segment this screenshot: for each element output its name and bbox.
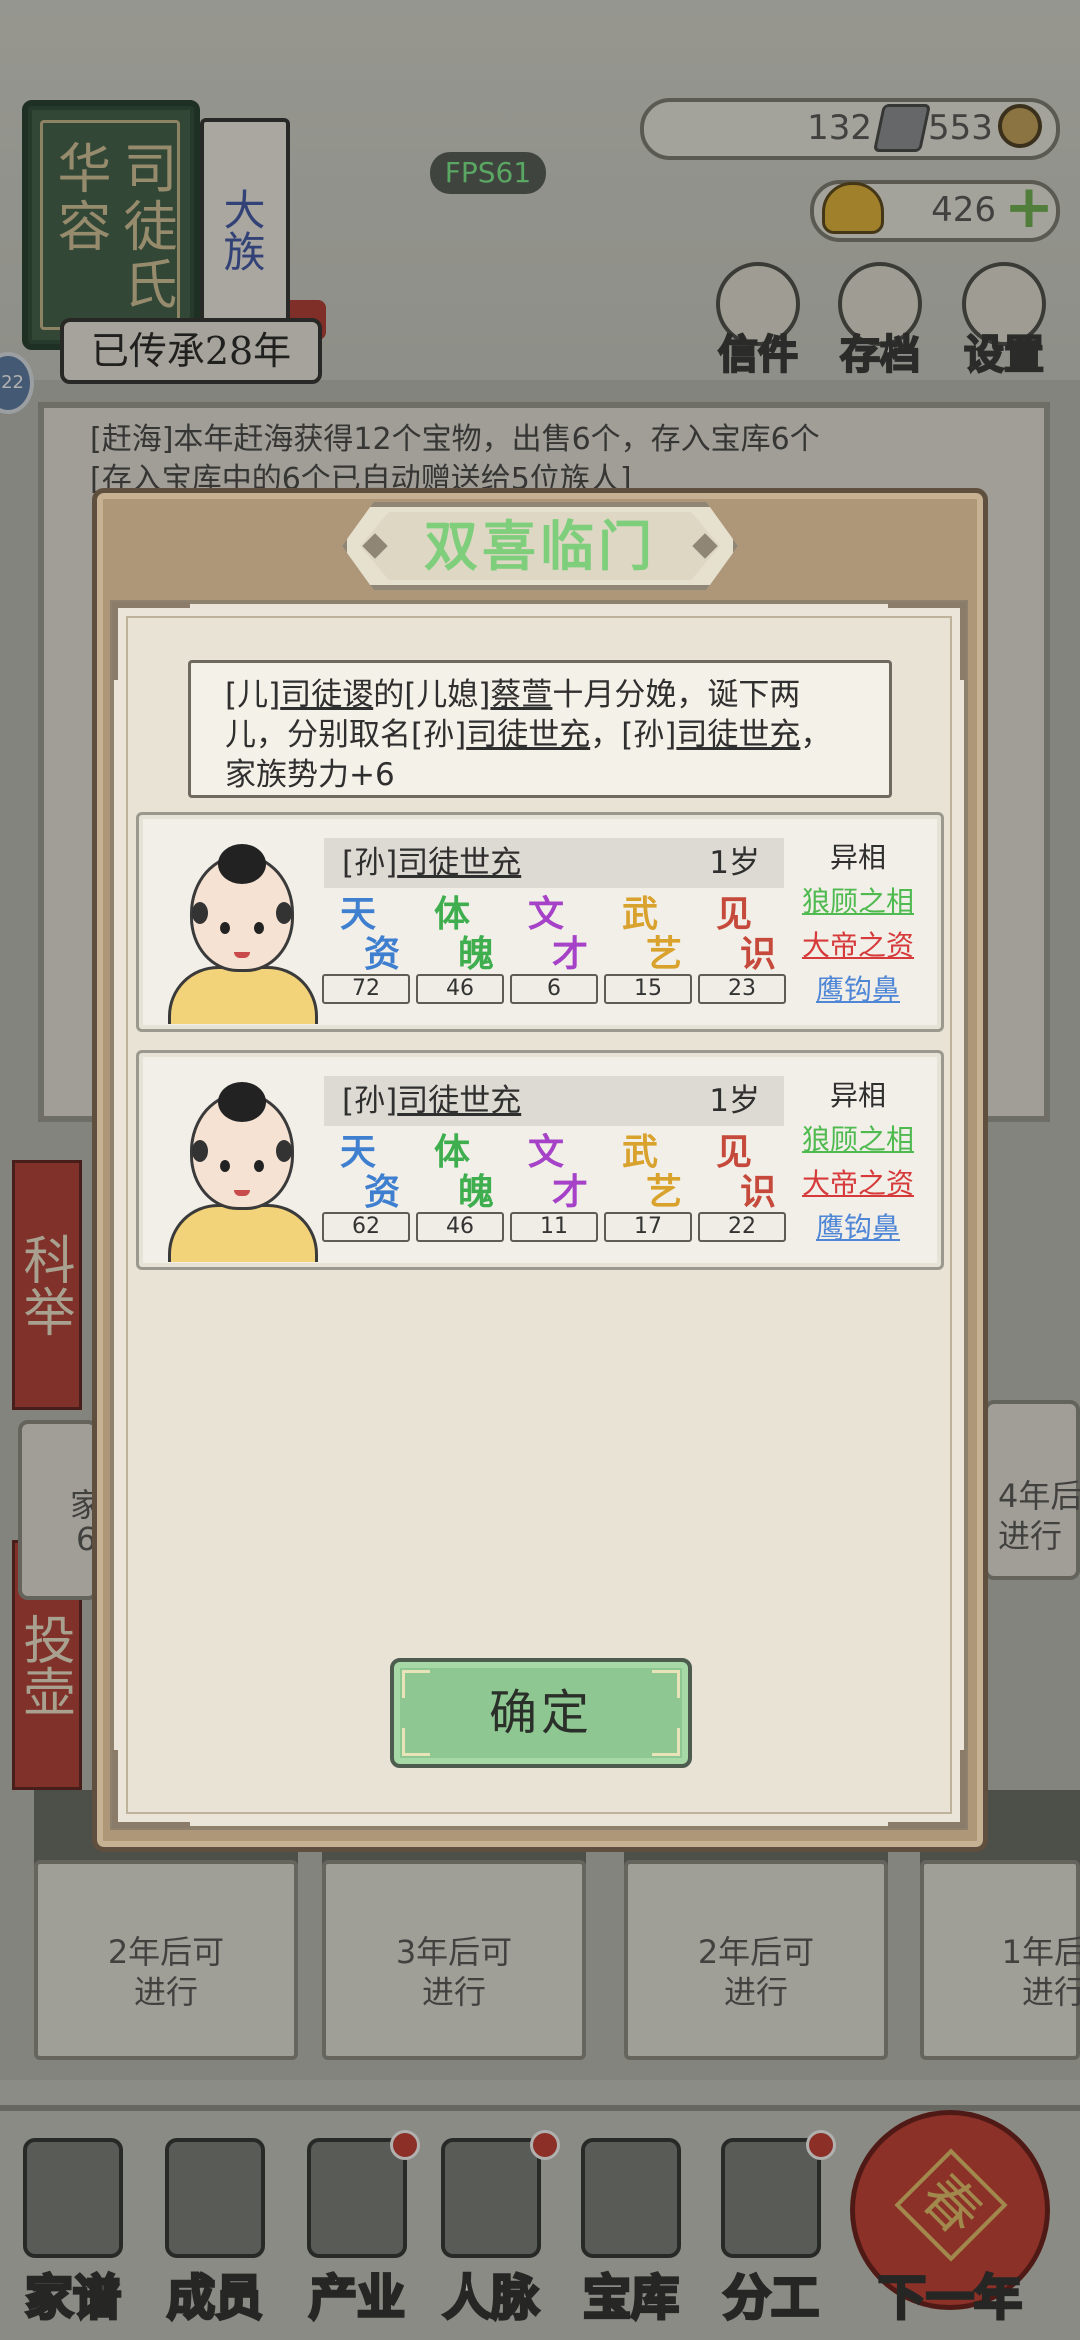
stat-value: 6: [510, 974, 598, 1004]
trait-header: 异相: [829, 841, 886, 874]
message-text: [儿]: [225, 677, 281, 713]
hair-tuft: [276, 902, 292, 924]
trait-link[interactable]: 鹰钩鼻: [788, 968, 928, 1008]
stat-value: 22: [698, 1212, 786, 1242]
hair-bun: [218, 844, 266, 884]
child-age: 1岁: [709, 1083, 760, 1119]
stat-label-literary: 文才: [514, 1134, 604, 1220]
stat-char: 体: [434, 1131, 471, 1173]
button-corner-ornament: [652, 1670, 680, 1698]
stat-label-insight: 见识: [702, 1134, 792, 1220]
message-text: ，[孙]: [590, 717, 677, 753]
button-corner-ornament: [402, 1670, 430, 1698]
button-corner-ornament: [652, 1728, 680, 1756]
corner-ornament: [112, 1750, 190, 1828]
trait-header: 异相: [829, 1079, 886, 1112]
trait-link[interactable]: 狼顾之相: [788, 880, 928, 920]
stat-value: 46: [416, 974, 504, 1004]
person-link[interactable]: 蔡萱: [490, 677, 552, 713]
corner-ornament: [888, 602, 966, 680]
robe: [168, 966, 318, 1024]
stat-value: 72: [322, 974, 410, 1004]
button-corner-ornament: [402, 1728, 430, 1756]
stat-char: 魄: [458, 1171, 495, 1213]
hair-tuft: [276, 1140, 292, 1162]
stat-char: 识: [740, 933, 777, 975]
stat-char: 才: [552, 1171, 589, 1213]
stat-char: 文: [528, 1131, 565, 1173]
hair-tuft: [192, 1140, 208, 1162]
stat-value: 46: [416, 1212, 504, 1242]
stat-char: 见: [716, 893, 753, 935]
stat-label-physique: 体魄: [420, 896, 510, 982]
relation-prefix: [孙]: [342, 1083, 398, 1119]
stat-value: 23: [698, 974, 786, 1004]
name-text: 司徒世充: [397, 845, 522, 881]
corner-ornament: [112, 602, 190, 680]
stat-char: 识: [740, 1171, 777, 1213]
trait-link[interactable]: 大帝之资: [788, 924, 928, 964]
stat-value: 15: [604, 974, 692, 1004]
confirm-button[interactable]: 确定: [390, 1658, 692, 1768]
stat-value: 62: [322, 1212, 410, 1242]
eye: [254, 1160, 264, 1172]
relation-prefix: [孙]: [342, 845, 398, 881]
stat-char: 体: [434, 893, 471, 935]
stat-label-insight: 见识: [702, 896, 792, 982]
hair-bun: [218, 1082, 266, 1122]
name-text: 司徒世充: [397, 1083, 522, 1119]
person-link[interactable]: 司徒世充: [676, 717, 800, 753]
stat-char: 天: [340, 1131, 377, 1173]
stat-char: 天: [340, 893, 377, 935]
child-name-bar: [孙]司徒世充 1岁: [324, 1076, 784, 1126]
eye: [254, 922, 264, 934]
event-message: [儿]司徒谡的[儿媳]蔡萱十月分娩，诞下两儿，分别取名[孙]司徒世充，[孙]司徒…: [188, 660, 892, 798]
child-name[interactable]: [孙]司徒世充: [342, 1076, 521, 1126]
stat-label-martial: 武艺: [608, 896, 698, 982]
stat-char: 资: [364, 933, 401, 975]
stat-label-literary: 文才: [514, 896, 604, 982]
stat-label-physique: 体魄: [420, 1134, 510, 1220]
trait-link[interactable]: 大帝之资: [788, 1162, 928, 1202]
stat-label-talent: 天资: [326, 896, 416, 982]
child-avatar: [168, 826, 318, 1024]
stat-value: 17: [604, 1212, 692, 1242]
stat-char: 武: [622, 1131, 659, 1173]
trait-link[interactable]: 狼顾之相: [788, 1118, 928, 1158]
child-name[interactable]: [孙]司徒世充: [342, 838, 521, 888]
message-text: 的[儿媳]: [373, 677, 491, 713]
stat-char: 资: [364, 1171, 401, 1213]
stat-label-talent: 天资: [326, 1134, 416, 1220]
stat-value: 11: [510, 1212, 598, 1242]
stat-label-martial: 武艺: [608, 1134, 698, 1220]
corner-ornament: [888, 1750, 966, 1828]
stat-char: 武: [622, 893, 659, 935]
child-avatar: [168, 1064, 318, 1262]
eye: [220, 1160, 230, 1172]
stat-char: 艺: [646, 933, 683, 975]
hair-tuft: [192, 902, 208, 924]
stat-char: 才: [552, 933, 589, 975]
child-name-bar: [孙]司徒世充 1岁: [324, 838, 784, 888]
stat-char: 见: [716, 1131, 753, 1173]
robe: [168, 1204, 318, 1262]
person-link[interactable]: 司徒谡: [280, 677, 373, 713]
stat-char: 文: [528, 893, 565, 935]
child-age: 1岁: [709, 845, 760, 881]
eye: [220, 922, 230, 934]
person-link[interactable]: 司徒世充: [466, 717, 590, 753]
dialog-title: 双喜临门: [424, 514, 656, 578]
stat-char: 魄: [458, 933, 495, 975]
trait-link[interactable]: 鹰钩鼻: [788, 1206, 928, 1246]
stat-char: 艺: [646, 1171, 683, 1213]
